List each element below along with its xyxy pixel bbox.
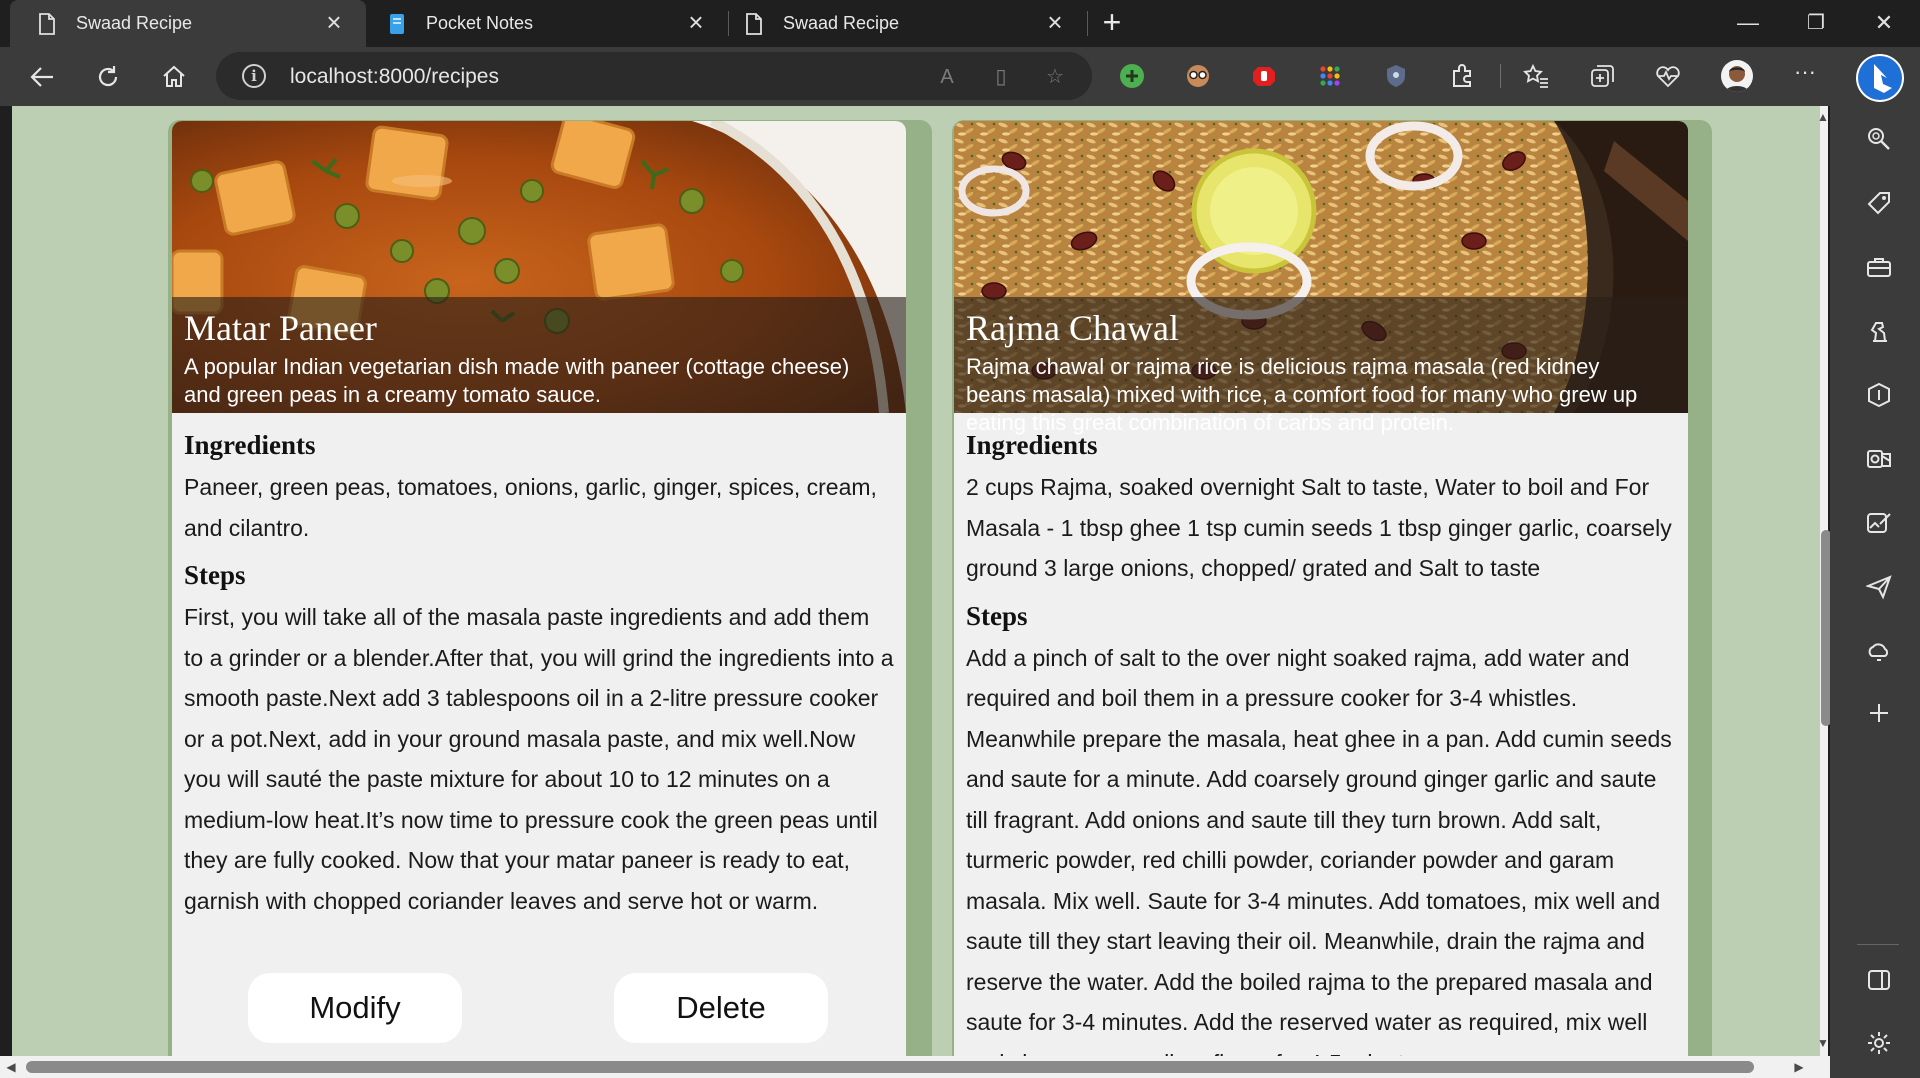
read-aloud-icon[interactable]: A <box>934 64 960 90</box>
outlook-icon <box>1867 450 1891 468</box>
briefcase-icon <box>1867 258 1891 277</box>
sidebar-outlook-button[interactable] <box>1864 444 1894 474</box>
close-window-button[interactable]: ✕ <box>1864 8 1904 38</box>
sidebar-shopping-button[interactable] <box>1864 188 1894 218</box>
tab-title: Pocket Notes <box>426 13 534 33</box>
sidebar-send-button[interactable] <box>1864 572 1894 602</box>
recipe-description: Rajma chawal or rajma rice is delicious … <box>966 354 1638 435</box>
cloud-bell-icon <box>1868 643 1889 661</box>
sidebar-games-button[interactable] <box>1864 316 1894 346</box>
page-icon <box>39 12 55 35</box>
reload-icon <box>98 66 118 87</box>
favorites-icon[interactable] <box>1522 62 1550 90</box>
notebook-icon <box>390 13 404 34</box>
avatar-icon <box>1725 66 1749 92</box>
horizontal-scrollbar[interactable]: ◀ ▶ <box>0 1056 1830 1078</box>
scroll-down-arrow-icon[interactable]: ▼ <box>1816 1036 1830 1050</box>
shield-extension-icon[interactable] <box>1382 62 1410 90</box>
bing-icon <box>1858 56 1902 100</box>
collections-icon[interactable] <box>1588 62 1616 90</box>
steps-text: Add a pinch of salt to the over night so… <box>966 644 1672 1057</box>
apps-grid-extension-icon[interactable] <box>1316 62 1344 90</box>
steps-heading: Steps <box>184 560 246 590</box>
minimize-button[interactable]: — <box>1728 8 1768 38</box>
sidebar-settings-button[interactable] <box>1864 1028 1894 1058</box>
sidebar-divider <box>1857 944 1899 945</box>
recipe-title: Matar Paneer <box>184 308 377 348</box>
restore-button[interactable]: ❐ <box>1796 8 1836 38</box>
sidebar-add-button[interactable] <box>1864 698 1894 728</box>
ingredients-text: 2 cups Rajma, soaked overnight Salt to t… <box>966 474 1672 581</box>
close-tab-icon[interactable]: × <box>322 9 346 35</box>
add-favorite-icon[interactable]: ☆ <box>1042 64 1068 90</box>
recipe-card: Rajma Chawal Rajma chawal or rajma rice … <box>954 121 1688 1056</box>
recipe-body: Ingredients 2 cups Rajma, soaked overnig… <box>966 430 1676 1056</box>
back-button[interactable] <box>26 61 58 93</box>
reload-button[interactable] <box>92 61 124 93</box>
glasses-extension-icon[interactable] <box>1184 62 1212 90</box>
horizontal-scroll-thumb[interactable] <box>26 1061 1754 1073</box>
search-icon <box>1868 128 1890 150</box>
home-button[interactable] <box>158 61 190 93</box>
sidebar-cloud-button[interactable] <box>1864 636 1894 666</box>
close-tab-icon[interactable]: × <box>1043 9 1067 35</box>
site-info-icon[interactable]: i <box>242 64 266 88</box>
ingredients-heading: Ingredients <box>184 430 316 460</box>
settings-and-more-button[interactable]: ··· <box>1790 60 1820 90</box>
sidebar-search-button[interactable] <box>1864 124 1894 154</box>
tab-swaad-recipe-1[interactable]: Swaad Recipe × <box>10 0 366 47</box>
steps-heading: Steps <box>966 600 1028 631</box>
ingredients-text: Paneer, green peas, tomatoes, onions, ga… <box>184 474 877 541</box>
sidebar-designer-button[interactable] <box>1864 508 1894 538</box>
bing-copilot-button[interactable] <box>1856 54 1904 102</box>
new-tab-button[interactable]: + <box>1098 6 1126 38</box>
tab-swaad-recipe-2[interactable]: Swaad Recipe × <box>729 0 1087 47</box>
sidebar-tools-button[interactable] <box>1864 252 1894 282</box>
tab-title: Swaad Recipe <box>783 13 900 33</box>
send-icon <box>1866 575 1892 600</box>
page-viewport: Matar Paneer A popular Indian vegetarian… <box>12 106 1820 1056</box>
tab-title: Swaad Recipe <box>76 13 193 33</box>
recipe-title: Rajma Chawal <box>966 308 1179 348</box>
page-icon <box>746 12 762 35</box>
recipe-card: Matar Paneer A popular Indian vegetarian… <box>172 121 906 1056</box>
chess-piece-icon <box>1870 322 1887 342</box>
home-icon <box>163 65 185 87</box>
profile-avatar[interactable] <box>1721 60 1753 92</box>
recipe-description: A popular Indian vegetarian dish made wi… <box>184 354 850 407</box>
gear-icon <box>1868 1032 1890 1054</box>
url-text[interactable]: localhost:8000/recipes <box>290 65 499 89</box>
steps-text: First, you will take all of the masala p… <box>184 604 894 914</box>
immersive-reader-icon[interactable]: ▯ <box>988 64 1014 90</box>
green-plus-extension-icon[interactable] <box>1118 62 1146 90</box>
stop-hand-extension-icon[interactable] <box>1250 62 1278 90</box>
scroll-right-arrow-icon[interactable]: ▶ <box>1792 1059 1806 1075</box>
back-arrow-icon <box>30 67 53 87</box>
ingredients-heading: Ingredients <box>966 430 1098 460</box>
tab-pocket-notes[interactable]: Pocket Notes × <box>366 0 728 47</box>
address-bar[interactable]: i localhost:8000/recipes A ▯ ☆ <box>216 52 1092 100</box>
browser-essentials-heart-icon[interactable] <box>1654 62 1682 90</box>
scroll-up-arrow-icon[interactable]: ▲ <box>1816 110 1830 124</box>
scroll-left-arrow-icon[interactable]: ◀ <box>4 1059 18 1075</box>
image-edit-icon <box>1867 513 1891 533</box>
sidebar-hide-button[interactable] <box>1864 965 1894 995</box>
tag-icon <box>1867 192 1890 215</box>
delete-button[interactable]: Delete <box>614 973 828 1043</box>
office-icon <box>1868 382 1890 408</box>
tab-strip: Swaad Recipe × Pocket Notes × Swaad Reci… <box>0 0 1920 47</box>
plus-icon <box>1870 704 1888 722</box>
tab-divider <box>1087 11 1088 36</box>
panel-icon <box>1868 970 1890 990</box>
vertical-scrollbar[interactable] <box>1820 106 1831 1056</box>
extensions-puzzle-icon[interactable] <box>1448 62 1476 90</box>
sidebar-microsoft365-button[interactable] <box>1864 380 1894 410</box>
recipe-body: Ingredients Paneer, green peas, tomatoes… <box>184 430 894 921</box>
toolbar-divider <box>1500 64 1501 88</box>
close-tab-icon[interactable]: × <box>684 9 708 35</box>
modify-button[interactable]: Modify <box>248 973 462 1043</box>
